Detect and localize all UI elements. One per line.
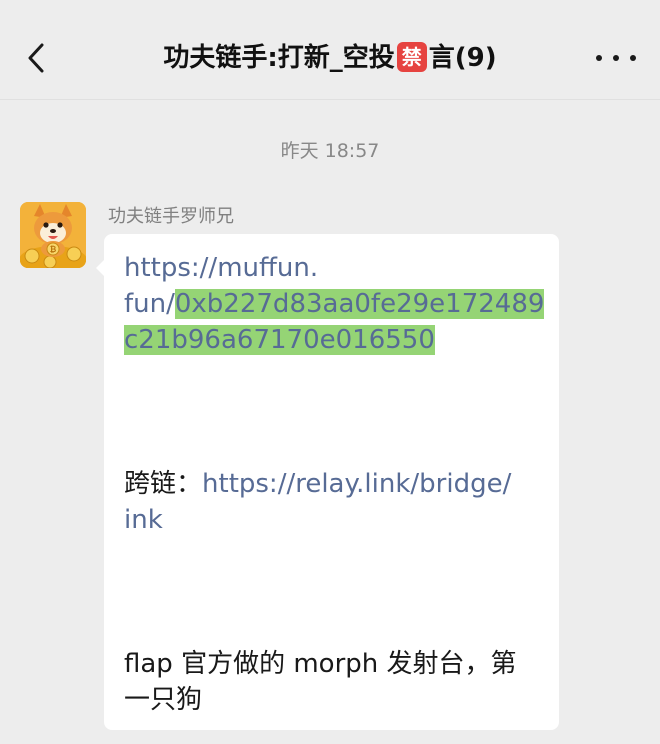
svg-text:₿: ₿ bbox=[50, 245, 57, 254]
chat-title-suffix: 言(9) bbox=[428, 43, 497, 73]
contract-address-highlight-1[interactable]: 0xb227d83aa0fe29e172489 bbox=[174, 289, 545, 319]
shiba-dog-avatar-icon: ₿ bbox=[20, 202, 86, 268]
contract-link-part-1[interactable]: https://muffun. bbox=[124, 253, 318, 283]
bridge-link-part-1[interactable]: https://relay.link/bridge/ bbox=[202, 469, 511, 499]
sender-avatar[interactable]: ₿ bbox=[20, 202, 86, 268]
message-link-line-1[interactable]: https://muffun. bbox=[124, 250, 318, 286]
bridge-line-1: 跨链：https://relay.link/bridge/ bbox=[124, 466, 511, 502]
more-dots-icon bbox=[596, 55, 602, 61]
message-bubble[interactable]: https://muffun. fun/0xb227d83aa0fe29e172… bbox=[96, 234, 559, 730]
contract-link-part-2[interactable]: fun/ bbox=[124, 289, 175, 319]
message-timestamp: 昨天 18:57 bbox=[280, 140, 380, 162]
note-line-2: 一只狗 bbox=[124, 685, 203, 715]
more-options-button[interactable] bbox=[596, 48, 636, 68]
chat-title-prefix: 功夫链手:打新_空投 bbox=[163, 43, 395, 73]
bridge-label: 跨链： bbox=[124, 469, 203, 499]
bridge-link-part-2[interactable]: ink bbox=[124, 505, 163, 535]
chat-title: 功夫链手:打新_空投禁言(9) bbox=[0, 38, 660, 78]
message-link-line-3[interactable]: c21b96a67170e016550 bbox=[124, 322, 435, 358]
message-link-line-2[interactable]: fun/0xb227d83aa0fe29e172489 bbox=[124, 286, 545, 322]
top-bar: 功夫链手:打新_空投禁言(9) bbox=[0, 0, 660, 100]
note-line-1: flap 官方做的 morph 发射台，第 bbox=[124, 649, 517, 679]
contract-address-highlight-2[interactable]: c21b96a67170e016550 bbox=[124, 325, 435, 355]
sender-name: 功夫链手罗师兄 bbox=[108, 206, 234, 227]
prohibited-badge-icon: 禁 bbox=[396, 42, 427, 72]
bridge-line-2[interactable]: ink bbox=[124, 502, 163, 538]
